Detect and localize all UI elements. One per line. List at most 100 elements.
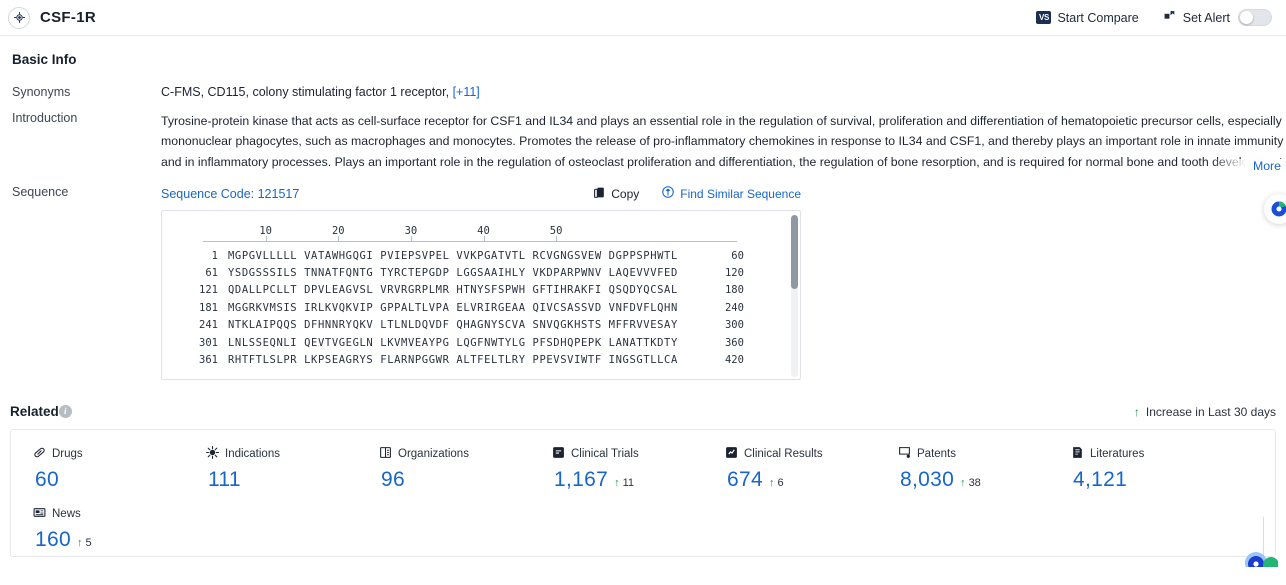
stat-label-text: Clinical Trials [571, 448, 639, 460]
stat-label-text: Patents [917, 448, 956, 460]
introduction-text: Tyrosine-protein kinase that acts as cel… [161, 114, 1286, 169]
stat-organizations[interactable]: Organizations 96 [357, 446, 530, 492]
stat-value: 4,121 [1073, 468, 1128, 491]
stat-drugs[interactable]: Drugs 60 [11, 446, 184, 492]
introduction-row: Introduction Tyrosine-protein kinase tha… [10, 99, 1286, 173]
copy-label: Copy [611, 186, 640, 201]
main-content: Basic Info Synonyms C-FMS, CD115, colony… [0, 36, 1286, 567]
floating-chat-button[interactable] [1244, 535, 1278, 569]
sequence-start-index: 241 [199, 319, 218, 332]
ruler-tick [483, 236, 485, 242]
introduction-label: Introduction [12, 111, 78, 125]
sequence-start-index: 61 [205, 267, 218, 280]
sequence-scrollbar[interactable] [791, 215, 798, 377]
stat-grid: Drugs 60 Indications 111 Organizations 96 Clin… [11, 446, 1275, 556]
sequence-end-index: 240 [724, 301, 744, 314]
stat-delta-value: 11 [622, 477, 634, 489]
stat-label-row: Clinical Trials [552, 446, 703, 462]
sequence-residues: MGPGVLLLLL VATAWHGQGI PVIEPSVPEL VVKPGAT… [228, 249, 678, 262]
related-header: Related i ↑ Increase in Last 30 days [10, 380, 1276, 419]
stat-literatures[interactable]: Literatures 4,121 [1049, 446, 1222, 492]
synonyms-more-link[interactable]: [+11] [453, 85, 480, 99]
stat-value-row: 160 ↑ 5 [33, 528, 184, 552]
target-icon [8, 6, 30, 29]
start-compare-label: Start Compare [1057, 10, 1139, 25]
stat-value: 160 [35, 528, 71, 551]
literatures-icon [1071, 446, 1084, 462]
find-similar-label: Find Similar Sequence [680, 186, 801, 201]
stat-label-text: Organizations [398, 448, 469, 460]
set-alert-control[interactable]: Set Alert [1163, 9, 1272, 26]
stat-indications[interactable]: Indications 111 [184, 446, 357, 492]
sequence-end-index: 180 [724, 284, 744, 297]
stat-value-row: 674 ↑ 6 [725, 468, 876, 492]
stat-delta: ↑ 5 [77, 537, 92, 549]
stat-label-row: Literatures [1071, 446, 1222, 462]
stat-label-row: Indications [206, 446, 357, 462]
floating-assistant-button[interactable] [1264, 194, 1286, 224]
sequence-scrollbar-thumb[interactable] [791, 215, 798, 289]
news-icon [33, 506, 46, 522]
find-similar-sequence-button[interactable]: Find Similar Sequence [661, 185, 801, 202]
stat-value: 60 [35, 468, 59, 491]
sequence-lines: 1 MGPGVLLLLL VATAWHGQGI PVIEPSVPEL VVKPGA… [162, 247, 800, 369]
sequence-start-index: 361 [199, 354, 218, 367]
pill-icon [33, 446, 46, 462]
copy-button[interactable]: Copy [593, 186, 639, 202]
legend-label: Increase in Last 30 days [1145, 404, 1276, 419]
stat-value-row: 60 [33, 468, 184, 492]
stat-patents[interactable]: Patents 8,030 ↑ 38 [876, 446, 1049, 492]
sequence-line: 181 MGGRKVMSIS IRLKVQKVIP GPPALTLVPA ELVR… [162, 299, 800, 316]
ruler-line [203, 241, 737, 242]
stat-delta: ↑ 11 [614, 477, 634, 489]
stat-delta-value: 38 [968, 477, 981, 489]
sequence-ruler: 10 20 30 40 50 [203, 225, 763, 247]
sequence-code-link[interactable]: Sequence Code: 121517 [161, 187, 299, 201]
introduction-wrapper: Tyrosine-protein kinase that acts as cel… [161, 111, 1286, 173]
stat-label-row: Clinical Results [725, 446, 876, 462]
sequence-header: Sequence Code: 121517 Copy Find Similar … [161, 185, 801, 202]
set-alert-toggle[interactable] [1238, 9, 1272, 26]
sequence-start-index: 1 [211, 249, 218, 262]
sequence-viewer[interactable]: 10 20 30 40 50 1 MGPGVLLLLL VATAWHGQGI PVIEPS… [161, 210, 801, 380]
stat-value-row: 4,121 [1071, 468, 1222, 492]
stat-value: 8,030 [900, 468, 955, 491]
sequence-content: 10 20 30 40 50 1 MGPGVLLLLL VATAWHGQGI PVIEPS… [162, 225, 800, 369]
stat-delta: ↑ 38 [960, 477, 981, 489]
stat-value: 96 [381, 468, 405, 491]
sequence-row: Sequence Sequence Code: 121517 Copy Find… [10, 173, 1276, 380]
stat-value-row: 111 [206, 468, 357, 492]
up-arrow-icon: ↑ [614, 477, 620, 489]
more-label: More [1252, 159, 1281, 173]
stat-clinical-results[interactable]: Clinical Results 674 ↑ 6 [703, 446, 876, 492]
sequence-end-index: 420 [724, 354, 744, 367]
related-heading: Related [10, 404, 59, 419]
ruler-tick [410, 236, 412, 242]
stat-label-text: Drugs [52, 448, 83, 460]
top-bar-actions: VS Start Compare Set Alert [1036, 9, 1272, 26]
basic-info-heading: Basic Info [12, 52, 77, 67]
stat-delta: ↑ 6 [769, 477, 784, 489]
find-similar-icon [661, 185, 675, 202]
stat-label-row: Patents [898, 446, 1049, 462]
virus-icon [206, 446, 219, 462]
sequence-residues: QDALLPCLLT DPVLEAGVSL VRVRGRPLMR HTNYSFS… [228, 284, 678, 297]
up-arrow-icon: ↑ [76, 537, 83, 549]
info-icon[interactable]: i [58, 405, 72, 418]
stat-clinical-trials[interactable]: Clinical Trials 1,167 ↑ 11 [530, 446, 703, 492]
introduction-more-button[interactable]: More [1210, 159, 1286, 173]
sequence-label: Sequence [12, 185, 69, 199]
clinical-trials-icon [552, 446, 565, 462]
stat-news[interactable]: News 160 ↑ 5 [11, 506, 184, 552]
sequence-residues: MGGRKVMSIS IRLKVQKVIP GPPALTLVPA ELVRIRG… [228, 301, 678, 314]
top-bar: CSF-1R VS Start Compare Set Alert [0, 0, 1286, 36]
sequence-end-index: 60 [731, 249, 744, 262]
start-compare-button[interactable]: VS Start Compare [1036, 10, 1139, 25]
patents-icon [898, 446, 911, 462]
sequence-line: 121 QDALLPCLLT DPVLEAGVSL VRVRGRPLMR HTNY… [162, 282, 800, 299]
clinical-results-icon [725, 446, 738, 462]
vs-badge-icon: VS [1036, 11, 1052, 24]
related-stats-card: Drugs 60 Indications 111 Organizations 96 Clin… [10, 429, 1276, 557]
stat-label-text: News [52, 508, 81, 520]
synonyms-value: C-FMS, CD115, colony stimulating factor … [161, 85, 1276, 99]
